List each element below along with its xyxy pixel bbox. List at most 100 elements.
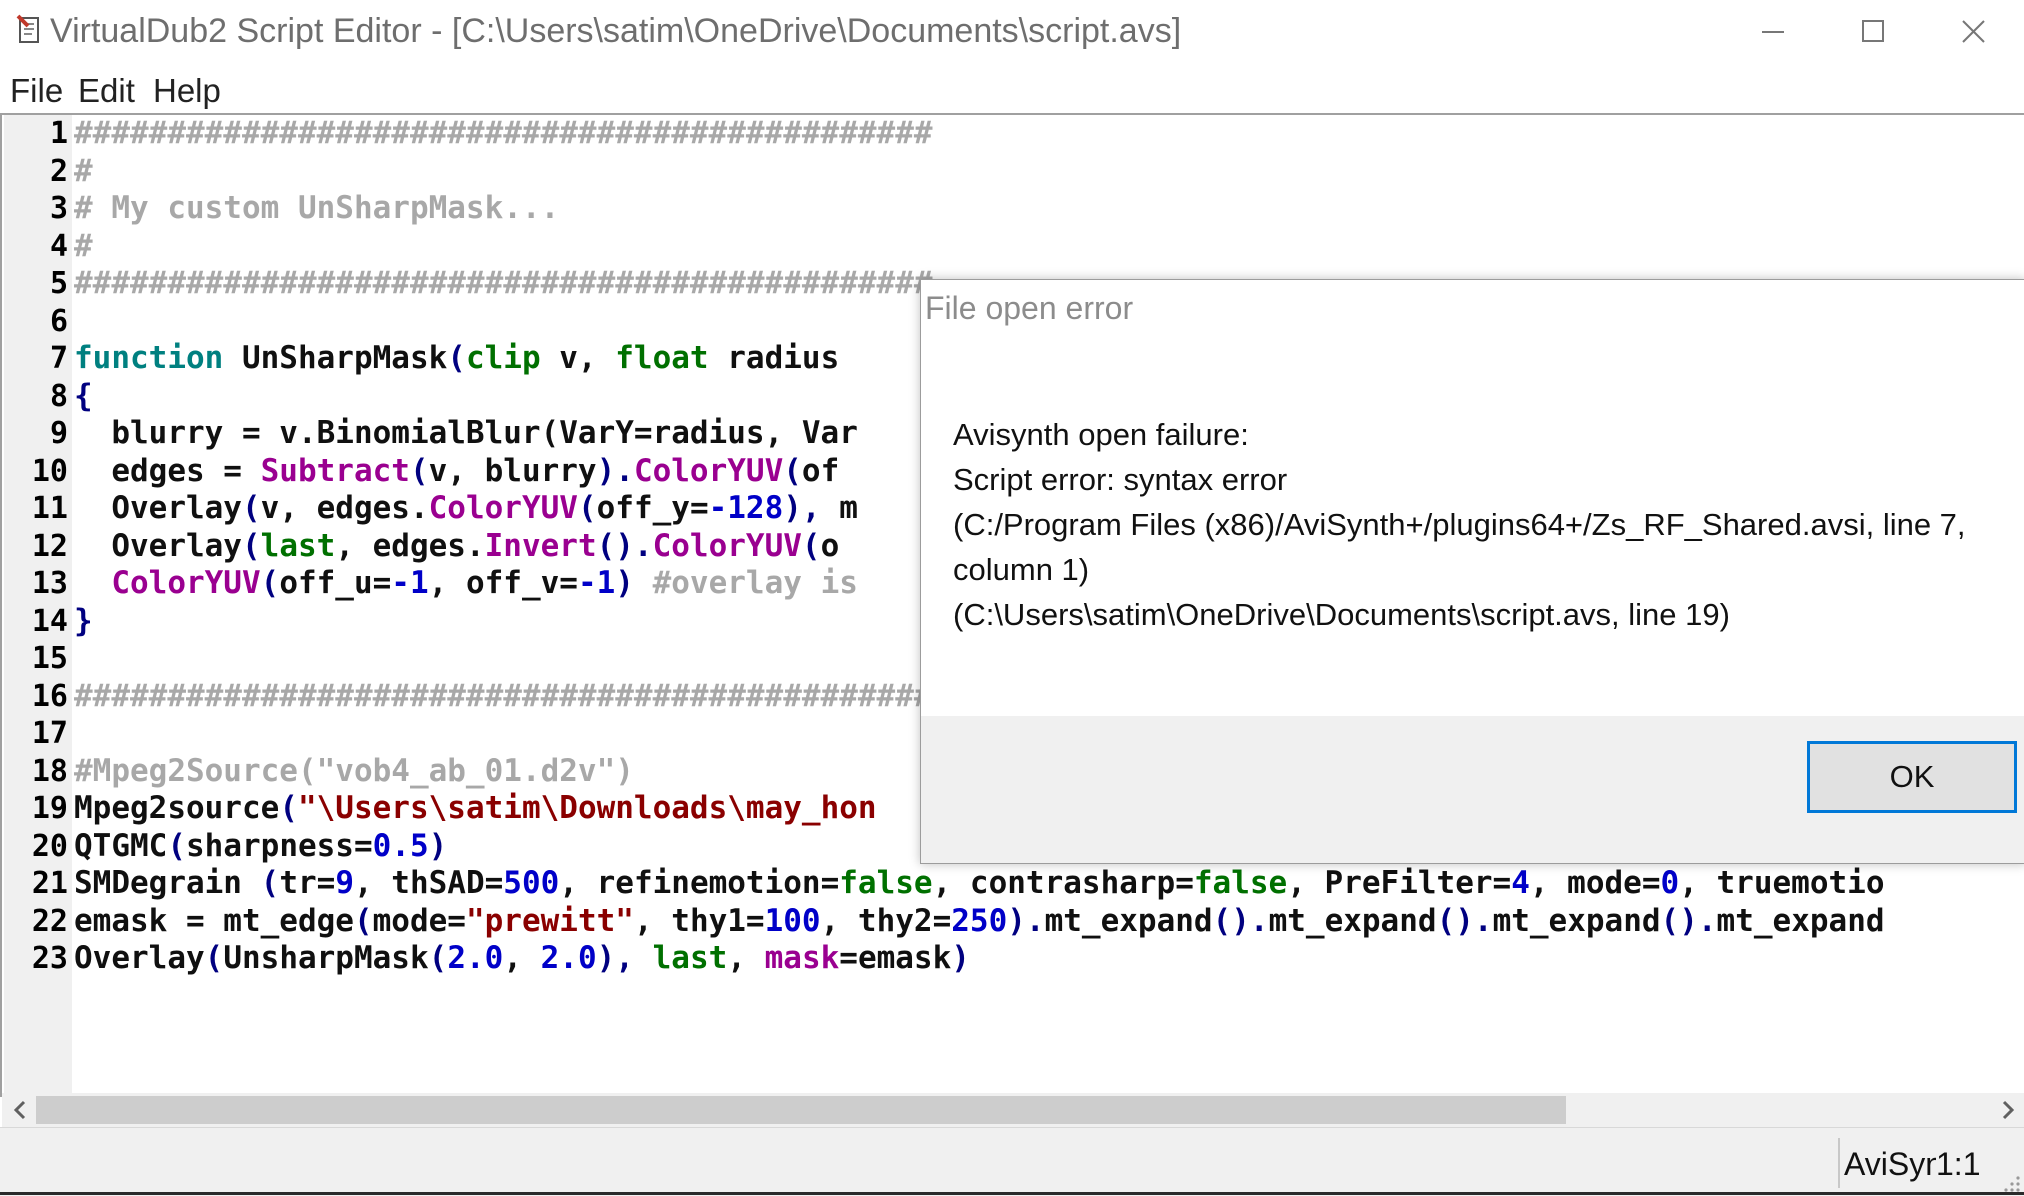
title-bar: VirtualDub2 Script Editor - [C:\Users\sa… [0, 0, 2024, 66]
line-number: 9 [49, 416, 68, 451]
line-number: 19 [31, 791, 68, 826]
code-token: , mode= [1529, 865, 1661, 901]
code-token: 9 [335, 865, 354, 901]
code-token: "\Users\satim\Downloads\may_hon [297, 790, 877, 826]
code-token: mt_expand [1268, 902, 1437, 939]
line-number: 2 [49, 153, 68, 189]
code-token: 0.5 [372, 827, 429, 864]
code-token: # My custom UnSharpMask... [74, 190, 560, 226]
line-number: 12 [31, 528, 68, 564]
code-token: mt_expand [1716, 902, 1885, 939]
message-line: Script error: syntax error [953, 462, 1288, 497]
code-token: (). [1660, 902, 1717, 939]
code-token: ColorYUV [633, 452, 784, 489]
code-token: Invert [484, 527, 597, 564]
code-token: clip [465, 340, 541, 376]
menu-file[interactable]: File [10, 72, 63, 110]
code-token: , thy1= [633, 902, 765, 939]
code-token: ( [260, 565, 280, 601]
line-number: 13 [31, 566, 68, 601]
code-token: Overlay [74, 527, 242, 564]
code-token: off_y= [596, 490, 709, 526]
line-number: 21 [31, 866, 68, 901]
message-line: (C:\Users\satim\OneDrive\Documents\scrip… [953, 597, 1730, 632]
horizontal-scrollbar[interactable] [2, 1093, 2024, 1127]
line-text: # My custom UnSharpMask... [74, 190, 559, 228]
code-token: ). [1007, 902, 1045, 939]
line-number: 10 [31, 453, 68, 489]
code-token: last [260, 527, 336, 564]
code-token: emask = mt_edge [74, 902, 354, 939]
code-token: mask [764, 940, 840, 976]
message-line: column 1) [953, 552, 1090, 587]
error-dialog: File open error Avisynth open failure: S… [920, 279, 2024, 864]
line-text: ColorYUV(off_u=-1, off_v=-1) #overlay is [74, 565, 858, 603]
scrollbar-thumb[interactable] [36, 1096, 1566, 1124]
dialog-title: File open error [925, 290, 1134, 326]
code-token: , thy2= [820, 902, 952, 939]
code-token: ) [615, 565, 634, 601]
code-token: last [652, 940, 728, 976]
line-text: Overlay(v, edges.ColorYUV(off_y=-128), m [74, 490, 858, 528]
resize-grip-icon[interactable] [2002, 1174, 2022, 1194]
code-token: 2.0 [447, 940, 504, 976]
scroll-right-icon[interactable] [1998, 1099, 2018, 1121]
code-token: mode= [372, 902, 466, 939]
code-token: v, [540, 340, 616, 376]
code-token: UnSharpMask [223, 340, 448, 376]
line-number: 6 [49, 303, 68, 339]
line-text: # [74, 153, 93, 191]
code-token: #Mpeg2Source("vob4_ab_01.d2v") [74, 752, 634, 789]
code-token: ), [596, 940, 634, 976]
line-number: 20 [31, 828, 68, 864]
code-token: Overlay [74, 940, 205, 976]
code-token: 4 [1511, 865, 1530, 901]
code-token: } [74, 602, 93, 639]
line-text: #Mpeg2Source("vob4_ab_01.d2v") [74, 753, 634, 791]
line-text: ########################################… [74, 115, 933, 153]
line-number: 23 [31, 941, 68, 976]
code-token: Subtract [260, 452, 410, 489]
line-number: 15 [31, 641, 68, 676]
minimize-icon [1762, 31, 1784, 33]
menu-edit[interactable]: Edit [78, 72, 135, 110]
code-token: # [74, 152, 93, 189]
close-button[interactable] [1924, 0, 2024, 66]
code-token: ########################################… [74, 265, 933, 301]
code-token: # [74, 227, 93, 264]
code-token: ( [204, 940, 224, 976]
scroll-left-icon[interactable] [10, 1099, 30, 1121]
maximize-button[interactable] [1824, 0, 1924, 66]
line-text: Mpeg2source("\Users\satim\Downloads\may_… [74, 790, 877, 828]
code-token: v, blurry [428, 452, 597, 489]
window-title: VirtualDub2 Script Editor - [C:\Users\sa… [50, 12, 1182, 50]
line-number: 11 [31, 491, 68, 526]
code-token: UnsharpMask [223, 940, 429, 976]
code-token: false [1193, 865, 1288, 901]
line-number: 8 [49, 378, 68, 414]
code-token: ColorYUV [428, 490, 578, 526]
code-token: ) [951, 940, 970, 976]
app-icon [16, 14, 39, 43]
dialog-message: Avisynth open failure: Script error: syn… [953, 412, 2013, 637]
line-text: Overlay(UnsharpMask(2.0, 2.0), last, mas… [74, 940, 970, 978]
line-text: } [74, 603, 93, 641]
code-token: , PreFilter= [1287, 865, 1512, 901]
code-token: Mpeg2source [74, 790, 280, 826]
code-token: ( [783, 452, 802, 489]
line-text: function UnSharpMask(clip v, float radiu… [74, 340, 839, 378]
code-token: 500 [503, 865, 560, 901]
line-number: 18 [31, 753, 68, 789]
code-token: (). [1212, 902, 1269, 939]
minimize-button[interactable] [1724, 0, 1824, 66]
line-number: 17 [31, 716, 68, 751]
menu-help[interactable]: Help [153, 72, 221, 110]
line-text: SMDegrain (tr=9, thSAD=500, refinemotion… [74, 865, 1885, 903]
menu-bar: File Edit Help [0, 66, 2024, 114]
line-text: blurry = v.BinomialBlur(VarY=radius, Var [74, 415, 858, 453]
code-token: { [74, 377, 93, 414]
ok-button[interactable]: OK [1807, 741, 2017, 813]
code-token: mt_expand [1044, 902, 1213, 939]
code-token: tr= [279, 865, 336, 901]
code-token: Overlay [74, 490, 242, 526]
